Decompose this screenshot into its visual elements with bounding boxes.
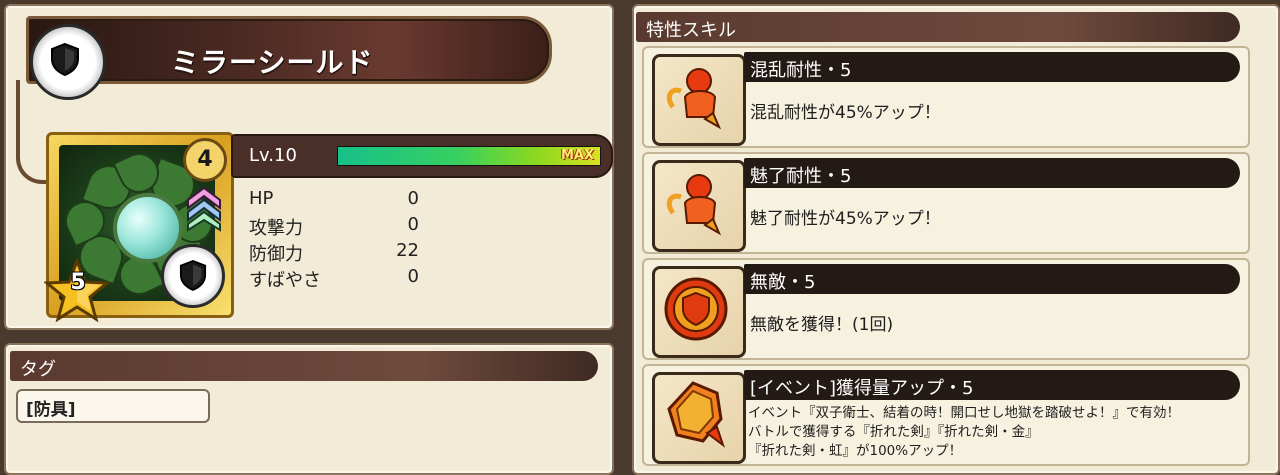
stat-row-speed: すばやさ 0 [249,266,419,292]
tag-panel: タグ [防具] [4,343,614,475]
confusion-resist-icon [652,54,746,146]
tag-header: タグ [10,351,598,381]
stat-row-defense: 防御力 22 [249,240,419,266]
tag-header-label: タグ [20,359,56,380]
skill-header: 特性スキル [636,12,1240,42]
shield-category-icon [161,244,225,308]
skill-row[interactable]: 混乱耐性・5 混乱耐性が45%アップ！ [642,46,1250,148]
stat-label: 攻撃力 [249,218,303,239]
stat-row-hp: HP 0 [249,188,419,214]
stat-value: 0 [407,214,419,235]
skill-name-bar: 魅了耐性・5 [744,158,1240,188]
exp-track: MAX [337,146,601,166]
stat-label: HP [249,188,274,209]
skill-row[interactable]: [イベント]獲得量アップ・5 イベント『双子衛士、結着の時！開口せし地獄を踏破せ… [642,364,1250,466]
trait-skill-panel: 特性スキル 混乱耐性・5 混乱耐性が45%アップ！ 魅了耐性・5 魅了耐性が45… [632,4,1280,475]
skill-name: [イベント]獲得量アップ・5 [750,378,974,399]
skill-description: 魅了耐性が45%アップ！ [750,209,941,229]
item-detail-panel: ミラーシールド 4 5 Lv.10 MAX HP 0 攻撃力 0 防御力 22 … [4,4,614,330]
skill-description: 無敵を獲得！(1回) [750,315,894,335]
charm-resist-icon [652,160,746,252]
skill-row[interactable]: 魅了耐性・5 魅了耐性が45%アップ！ [642,152,1250,254]
stat-label: すばやさ [249,270,321,291]
shield-icon [30,24,106,100]
skill-name: 無敵・5 [750,272,816,293]
tag-chip-label: [防具] [26,400,76,420]
max-label: MAX [560,148,594,163]
tag-chip[interactable]: [防具] [16,389,210,423]
skill-description: 混乱耐性が45%アップ！ [750,103,941,123]
invincible-shield-icon [652,266,746,358]
level-label: Lv.10 [249,145,297,166]
stat-row-attack: 攻撃力 0 [249,214,419,240]
skill-name-bar: 混乱耐性・5 [744,52,1240,82]
skill-row[interactable]: 無敵・5 無敵を獲得！(1回) [642,258,1250,360]
rank-badge: 4 [183,138,227,182]
skill-description: イベント『双子衛士、結着の時！開口せし地獄を踏破せよ！』で有効！ バトルで獲得す… [748,404,1180,461]
stat-value: 0 [407,188,419,209]
rank-up-chevron-icon [187,186,221,232]
skill-name-bar: 無敵・5 [744,264,1240,294]
stat-value: 0 [407,266,419,287]
frame-ornament [16,80,46,184]
skill-header-label: 特性スキル [646,20,736,41]
stat-label: 防御力 [249,244,303,265]
skill-name: 魅了耐性・5 [750,166,852,187]
skill-name-bar: [イベント]獲得量アップ・5 [744,370,1240,400]
gem-up-icon [652,372,746,464]
skill-description-line: イベント『双子衛士、結着の時！開口せし地獄を踏破せよ！』で有効！ [748,405,1180,421]
item-name: ミラーシールド [171,46,374,79]
item-title-banner: ミラーシールド [26,16,552,84]
star-count: 5 [70,270,86,295]
skill-description-line: バトルで獲得する『折れた剣』『折れた剣・金』 [748,424,1039,440]
skill-description-line: 『折れた剣・虹』が100%アップ！ [748,443,963,459]
skill-name: 混乱耐性・5 [750,60,852,81]
stat-value: 22 [396,240,419,261]
level-bar: Lv.10 MAX [231,134,613,178]
